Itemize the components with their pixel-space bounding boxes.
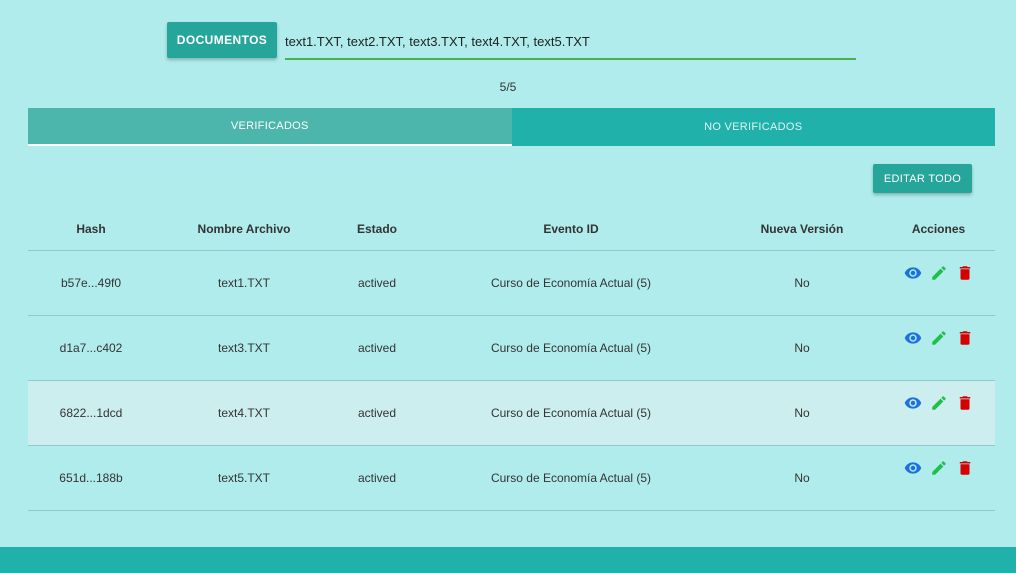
cell-event-id: Curso de Economía Actual (5) [490,341,652,355]
cell-actions [882,381,995,412]
cell-file-name: text1.TXT [217,276,270,290]
eye-icon[interactable] [904,264,922,282]
cell-status: actived [357,276,397,290]
upload-row: DOCUMENTOS text1.TXT, text2.TXT, text3.T… [167,22,856,60]
documents-table: Hash Nombre Archivo Estado Evento ID Nue… [28,208,995,511]
table-header: Hash Nombre Archivo Estado Evento ID Nue… [28,208,995,251]
cell-event-id: Curso de Economía Actual (5) [490,276,652,290]
footer-bar [0,547,1016,573]
header-new-version: Nueva Versión [760,222,844,236]
cell-event-id: Curso de Economía Actual (5) [490,406,652,420]
trash-icon[interactable] [956,459,974,477]
cell-file-name: text3.TXT [217,341,270,355]
cell-status: actived [357,471,397,485]
header-status: Estado [356,222,397,236]
eye-icon[interactable] [904,459,922,477]
cell-hash: b57e...49f0 [60,276,122,290]
cell-new-version: No [794,471,810,485]
file-count: 5/5 [499,80,517,94]
cell-new-version: No [794,406,810,420]
cell-actions [882,316,995,347]
pencil-icon[interactable] [930,329,948,347]
cell-status: actived [357,406,397,420]
header-file-name: Nombre Archivo [197,222,291,236]
cell-new-version: No [794,341,810,355]
cell-status: actived [357,341,397,355]
trash-icon[interactable] [956,329,974,347]
eye-icon[interactable] [904,394,922,412]
tab-verificados[interactable]: VERIFICADOS [28,108,512,146]
table-row: d1a7...c402 text3.TXT actived Curso de Econ… [28,316,995,381]
header-event-id: Evento ID [543,222,599,236]
cell-hash: 6822...1dcd [59,406,123,420]
pencil-icon[interactable] [930,394,948,412]
cell-new-version: No [794,276,810,290]
pencil-icon[interactable] [930,459,948,477]
trash-icon[interactable] [956,264,974,282]
cell-event-id: Curso de Economía Actual (5) [490,471,652,485]
documentos-button[interactable]: DOCUMENTOS [167,22,277,58]
pencil-icon[interactable] [930,264,948,282]
table-row: 651d...188b text5.TXT actived Curso de Econ… [28,446,995,511]
header-hash: Hash [76,222,106,236]
table-row: b57e...49f0 text1.TXT actived Curso de Econ… [28,251,995,316]
cell-file-name: text4.TXT [217,406,270,420]
eye-icon[interactable] [904,329,922,347]
edit-all-button[interactable]: EDITAR TODO [873,164,972,193]
header-actions: Acciones [911,222,966,236]
cell-actions [882,251,995,282]
tab-bar: VERIFICADOS NO VERIFICADOS [28,108,995,146]
tab-no-verificados[interactable]: NO VERIFICADOS [512,108,996,146]
cell-hash: d1a7...c402 [59,341,123,355]
cell-file-name: text5.TXT [217,471,270,485]
cell-hash: 651d...188b [59,471,123,485]
trash-icon[interactable] [956,394,974,412]
cell-actions [882,446,995,477]
table-row: 6822...1dcd text4.TXT actived Curso de Econ… [28,381,995,446]
file-path-field[interactable]: text1.TXT, text2.TXT, text3.TXT, text4.T… [285,22,856,60]
